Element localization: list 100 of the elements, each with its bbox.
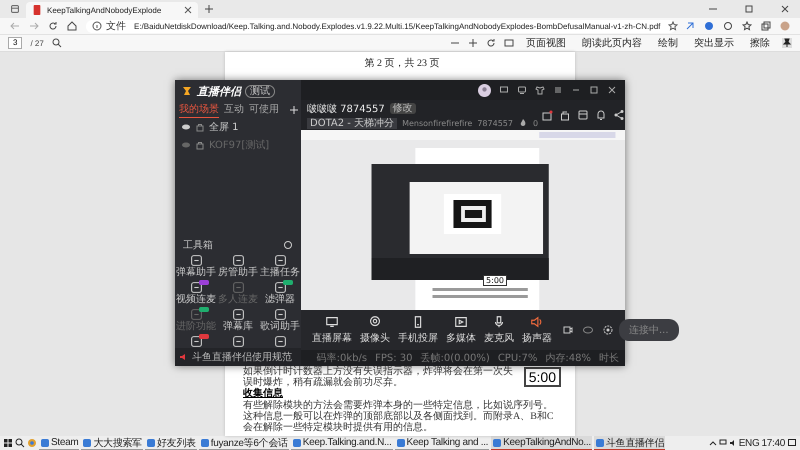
network-icon[interactable] [718, 439, 727, 447]
bell-icon[interactable] [595, 109, 608, 121]
logo-icon [181, 85, 193, 97]
chevron-up-icon[interactable] [708, 439, 717, 447]
tab-actions-icon[interactable] [10, 4, 20, 14]
browser-icon[interactable] [27, 438, 37, 448]
app-icon [200, 438, 210, 448]
rotate-icon[interactable] [486, 38, 496, 48]
category-tag[interactable]: DOTA2 - 天梯冲分 [307, 118, 398, 128]
section-heading: 收集信息 [243, 388, 284, 400]
scene-tab[interactable]: 可使用 [249, 102, 279, 118]
app-icon [594, 438, 605, 448]
scene-tab[interactable]: 我的场景 [179, 102, 219, 118]
app-icon [146, 438, 156, 448]
source-button[interactable]: 摄像头 [357, 315, 393, 345]
taskbar-item[interactable]: 大大搜索军 [81, 436, 143, 450]
source-button[interactable]: 扬声器 [519, 315, 555, 345]
app-icon [82, 438, 92, 448]
scene-item[interactable]: 全屏 1 [209, 120, 239, 134]
language-indicator[interactable]: ENG [738, 438, 760, 448]
page-number-field[interactable]: 3 [8, 37, 22, 49]
status-text: 时长 [599, 352, 619, 365]
add-icon[interactable] [289, 105, 299, 115]
toolbar-button[interactable]: 擦除 [746, 36, 774, 50]
favorite-star-icon[interactable] [668, 21, 678, 31]
tool-icon [190, 335, 202, 348]
monitor-icon[interactable] [517, 85, 527, 95]
taskbar-item[interactable]: Steam [39, 436, 80, 450]
eye-icon[interactable] [181, 122, 191, 132]
info-icon [92, 21, 102, 31]
record-icon[interactable] [562, 324, 574, 336]
tool-button[interactable]: 视频连麦 [175, 281, 217, 305]
tool-icon [232, 281, 244, 294]
app-icon [396, 438, 406, 448]
notification-icon[interactable] [787, 438, 797, 448]
tool-icon [232, 254, 244, 267]
shirt-icon[interactable] [535, 85, 545, 95]
toolbar-button[interactable]: 朗读此页内容 [578, 36, 646, 50]
browser-tab[interactable]: KeepTalkingAndNobodyExplode [26, 2, 198, 18]
home-icon[interactable] [67, 21, 77, 31]
page-count: / 27 [30, 38, 44, 48]
toolbar-button[interactable]: 突出显示 [690, 36, 738, 50]
collections-icon[interactable] [761, 21, 771, 31]
taskbar-item[interactable]: KeepTalkingAndNo... [491, 436, 592, 450]
message-icon[interactable] [499, 85, 509, 95]
taskbar-item[interactable]: Keep.Talking.and.N... [290, 436, 392, 450]
gift-icon[interactable] [541, 109, 554, 121]
globe-icon[interactable] [704, 21, 714, 31]
fit-page-icon[interactable] [504, 38, 514, 48]
source-button[interactable]: 麦克风 [481, 315, 517, 345]
toolbar-button[interactable]: 页面视图 [522, 36, 570, 50]
source-button[interactable]: 直播屏幕 [309, 315, 355, 345]
toolbar-button[interactable]: 绘制 [654, 36, 682, 50]
version-badge[interactable]: 测试 [245, 84, 275, 98]
box-icon[interactable] [577, 109, 590, 121]
volume-icon[interactable] [728, 439, 737, 447]
maximize-icon[interactable] [589, 85, 599, 95]
taskbar-item[interactable]: Keep Talking and ... [394, 436, 490, 450]
favorites-icon[interactable] [742, 21, 752, 31]
edit-button[interactable]: 修改 [390, 103, 416, 114]
search-icon[interactable] [52, 38, 62, 48]
source-button[interactable]: 手机投屏 [395, 315, 441, 345]
taskbar-item[interactable]: 好友列表 [144, 436, 197, 450]
paragraph: 如果倒计时计数器上方没有失误指示器，炸弹将会在第一次失误时爆炸，稍有疏漏就会前功尽弃。 [243, 366, 514, 388]
eye-icon[interactable] [582, 324, 594, 336]
lock-icon[interactable] [559, 109, 572, 121]
new-tab-icon[interactable] [204, 4, 214, 14]
clock[interactable]: 17:40 [761, 438, 785, 448]
tool-button[interactable]: 房管助手 [217, 254, 259, 278]
tool-button[interactable]: 歌词助手 [259, 308, 301, 332]
status-text: 内存:48% [545, 352, 591, 365]
windows-start-icon[interactable] [3, 438, 13, 448]
tool-icon [190, 281, 202, 294]
source-button[interactable]: 多媒体 [443, 315, 479, 345]
pin-icon[interactable] [782, 38, 792, 48]
tool-icon [232, 335, 244, 348]
refresh-icon[interactable] [48, 21, 58, 31]
app-icon [292, 438, 302, 448]
zoom-in-icon[interactable] [468, 38, 478, 48]
source-icon [454, 315, 468, 329]
restore-icon[interactable] [744, 4, 754, 14]
search-icon[interactable] [15, 438, 25, 448]
source-icon [530, 315, 544, 329]
tool-button[interactable]: 弹幕库 [217, 308, 259, 332]
share-icon[interactable] [613, 109, 626, 121]
tool-button[interactable]: 主播任务 [259, 254, 301, 278]
close-icon[interactable] [780, 4, 790, 14]
status-text: 码率:0kb/s [316, 352, 368, 365]
taskbar-item[interactable]: 斗鱼直播伴侣 [594, 436, 666, 450]
taskbar-item[interactable]: fuyanze等6个会话 [198, 436, 289, 450]
close-icon[interactable] [184, 6, 192, 14]
tool-icon [274, 281, 286, 294]
close-icon[interactable] [607, 85, 617, 95]
scene-tab[interactable]: 互动 [224, 102, 244, 118]
avatar-icon[interactable] [478, 84, 491, 96]
toolbox-title: 工具箱 [183, 239, 213, 252]
address-bar[interactable]: 文件 E:/BaiduNetdiskDownload/Keep.Talking.and.Nobody.Explodes.v1.9.22.Multi.15/KeepTalkingAndNobodyExplodes-BombDefusalManual-v1-zh-CN.pdf [86, 20, 676, 32]
menu-icon[interactable] [553, 85, 563, 95]
tool-button[interactable]: 弹幕助手 [175, 254, 217, 278]
tool-button[interactable]: 滤弹器 [259, 281, 301, 305]
